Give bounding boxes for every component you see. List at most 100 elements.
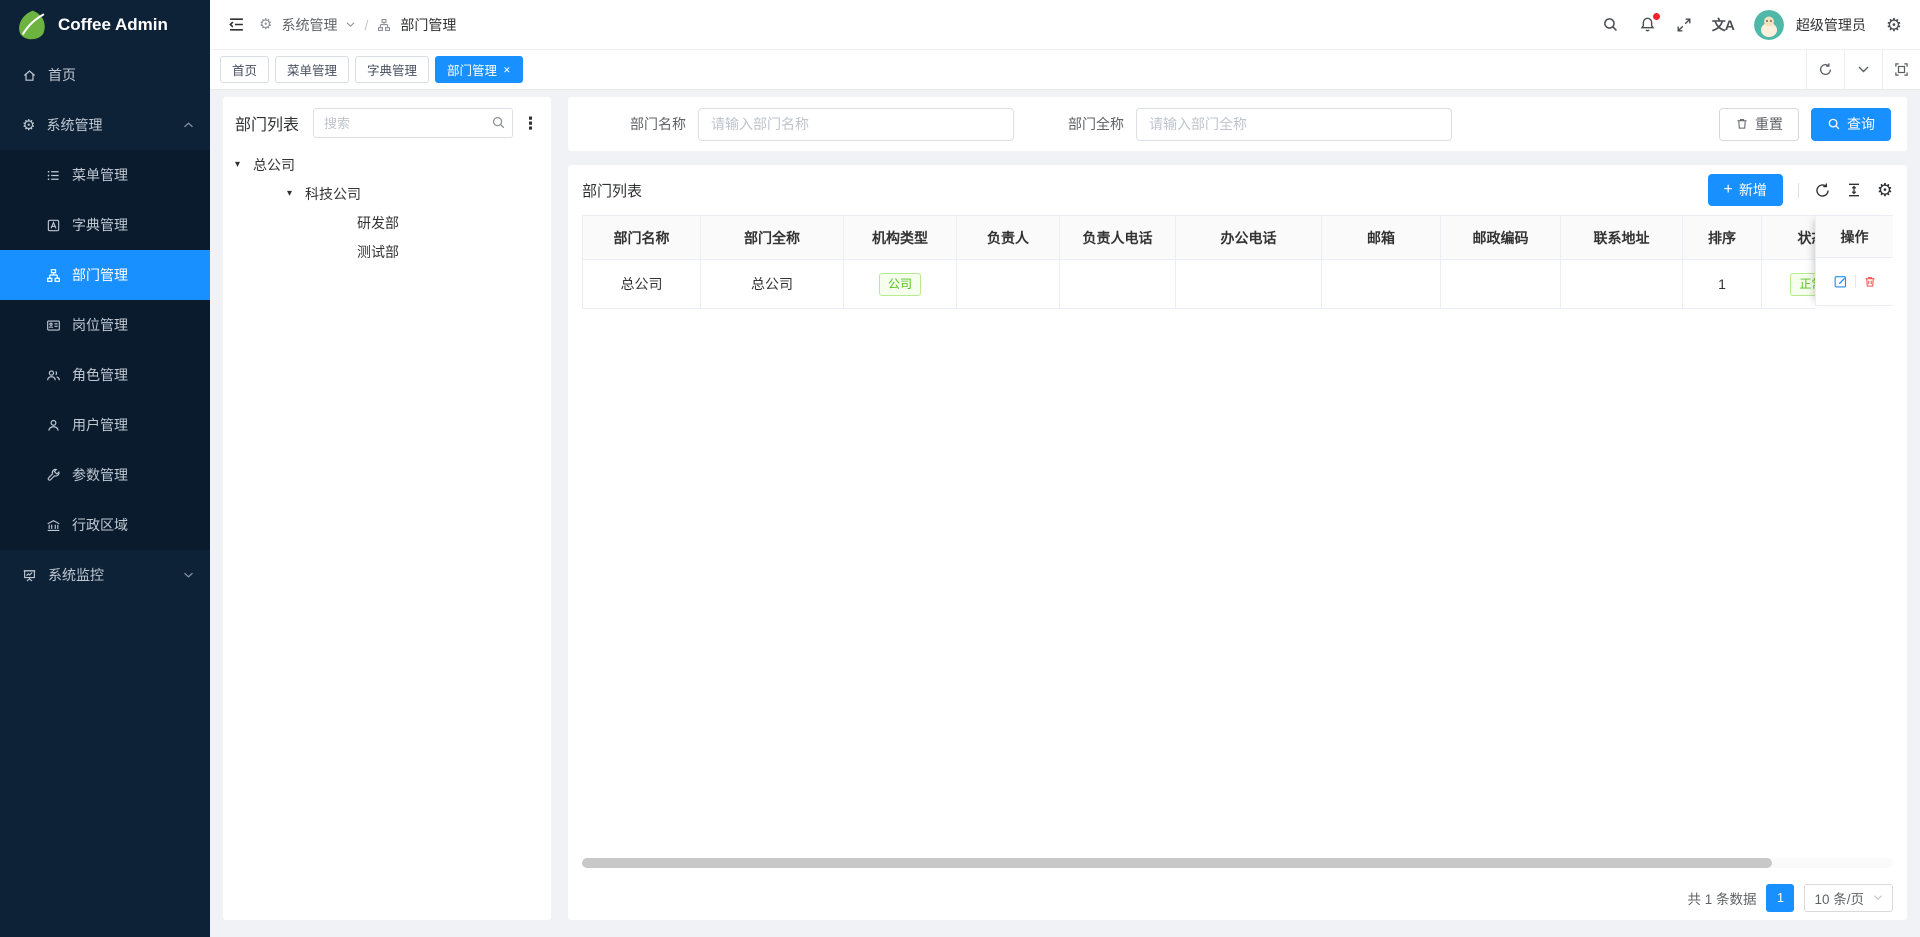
status-tag: 正常 bbox=[1790, 273, 1815, 296]
caret-down-icon[interactable]: ▾ bbox=[287, 188, 305, 199]
cell-email bbox=[1322, 260, 1441, 308]
search-icon[interactable] bbox=[1602, 16, 1619, 33]
col-header: 状态 bbox=[1762, 216, 1815, 259]
breadcrumb-system[interactable]: 系统管理 bbox=[281, 15, 337, 35]
table-toolbar: + 新增 ⚙ bbox=[1708, 174, 1893, 206]
fullscreen-icon[interactable] bbox=[1676, 17, 1692, 33]
cell-sort: 1 bbox=[1683, 260, 1762, 308]
dept-tree: ▾ 总公司 ▾ 科技公司 研发部 测试部 bbox=[235, 150, 539, 266]
sidebar-item-label: 行政区域 bbox=[72, 515, 128, 535]
roles-icon bbox=[46, 368, 61, 383]
sidebar-item-dept-mgmt[interactable]: 部门管理 bbox=[0, 250, 210, 300]
col-header: 负责人电话 bbox=[1060, 216, 1176, 259]
more-options-icon[interactable]: ⋮ bbox=[522, 115, 539, 132]
sidebar-item-role-mgmt[interactable]: 角色管理 bbox=[0, 350, 210, 400]
dept-fullname-input[interactable] bbox=[1136, 108, 1452, 141]
column-settings-gear-icon[interactable]: ⚙ bbox=[1877, 181, 1893, 199]
tab-dept-mgmt[interactable]: 部门管理 ✕ bbox=[435, 56, 523, 83]
tab-dict-mgmt[interactable]: 字典管理 bbox=[355, 56, 429, 83]
page-size-select[interactable]: 10 条/页 bbox=[1804, 884, 1893, 912]
dept-name-label: 部门名称 bbox=[630, 114, 686, 134]
sidebar-item-dict-mgmt[interactable]: 字典管理 bbox=[0, 200, 210, 250]
tree-node-head-office[interactable]: ▾ 总公司 bbox=[235, 150, 539, 179]
caret-down-icon[interactable]: ▾ bbox=[235, 159, 253, 170]
menu-fold-icon[interactable] bbox=[228, 16, 245, 33]
sidebar-item-region-mgmt[interactable]: 行政区域 bbox=[0, 500, 210, 550]
dept-name-input[interactable] bbox=[698, 108, 1014, 141]
query-button-label: 查询 bbox=[1847, 114, 1875, 134]
pagination: 共 1 条数据 1 10 条/页 bbox=[582, 875, 1893, 920]
sidebar-item-home[interactable]: 首页 bbox=[0, 50, 210, 100]
breadcrumb-separator: / bbox=[364, 17, 368, 33]
settings-gear-icon[interactable]: ⚙ bbox=[1886, 16, 1902, 34]
tree-node-label: 科技公司 bbox=[305, 184, 361, 204]
tree-node-label: 总公司 bbox=[253, 155, 295, 175]
column-height-icon[interactable] bbox=[1846, 182, 1862, 198]
chevron-down-icon bbox=[183, 571, 194, 579]
chevron-down-icon bbox=[1873, 894, 1883, 901]
col-header: 部门全称 bbox=[701, 216, 844, 259]
dictionary-icon bbox=[46, 218, 61, 233]
tab-label: 部门管理 bbox=[447, 60, 497, 79]
sidebar-item-user-mgmt[interactable]: 用户管理 bbox=[0, 400, 210, 450]
sidebar-submenu-system: 菜单管理 字典管理 部门管理 岗位管理 角色管理 用户管理 bbox=[0, 150, 210, 550]
dept-table-card: 部门列表 + 新增 ⚙ 部门名称 部门全称 机构类型 负责人 负责人电话 bbox=[567, 164, 1908, 921]
table-scroll-area: 部门名称 部门全称 机构类型 负责人 负责人电话 办公电话 邮箱 邮政编码 联系… bbox=[582, 215, 1815, 309]
gear-icon: ⚙ bbox=[22, 118, 35, 133]
scrollbar-thumb[interactable] bbox=[582, 858, 1772, 868]
home-icon bbox=[22, 68, 37, 83]
tree-node-test-dept[interactable]: 测试部 bbox=[235, 237, 539, 266]
close-icon[interactable]: ✕ bbox=[503, 66, 511, 75]
tab-menu-mgmt[interactable]: 菜单管理 bbox=[275, 56, 349, 83]
notification-bell-icon[interactable] bbox=[1639, 16, 1656, 33]
cell-status: 正常 bbox=[1762, 260, 1815, 308]
sidebar-item-menu-mgmt[interactable]: 菜单管理 bbox=[0, 150, 210, 200]
sidebar-item-post-mgmt[interactable]: 岗位管理 bbox=[0, 300, 210, 350]
reset-button-label: 重置 bbox=[1755, 114, 1783, 134]
tree-search-input[interactable] bbox=[313, 108, 513, 138]
sidebar-item-label: 字典管理 bbox=[72, 215, 128, 235]
sidebar-item-label: 岗位管理 bbox=[72, 315, 128, 335]
search-icon bbox=[1827, 117, 1841, 131]
sidebar-group-label: 系统监控 bbox=[48, 565, 104, 585]
sidebar-item-param-mgmt[interactable]: 参数管理 bbox=[0, 450, 210, 500]
sidebar-group-system[interactable]: ⚙ 系统管理 bbox=[0, 100, 210, 150]
query-button[interactable]: 查询 bbox=[1811, 108, 1891, 141]
delete-trash-icon[interactable] bbox=[1863, 275, 1877, 289]
sidebar-menu: 首页 ⚙ 系统管理 菜单管理 字典管理 部门管理 岗位管理 bbox=[0, 50, 210, 600]
edit-icon[interactable] bbox=[1833, 274, 1848, 289]
org-tree-icon bbox=[46, 268, 61, 283]
sidebar-group-monitor[interactable]: 系统监控 bbox=[0, 550, 210, 600]
add-button[interactable]: + 新增 bbox=[1708, 174, 1783, 206]
page-size-value: 10 条/页 bbox=[1814, 888, 1864, 908]
sidebar-item-label: 菜单管理 bbox=[72, 165, 128, 185]
refresh-icon[interactable] bbox=[1806, 50, 1844, 89]
table-card-title: 部门列表 bbox=[582, 180, 642, 201]
col-header: 机构类型 bbox=[844, 216, 957, 259]
current-user-name[interactable]: 超级管理员 bbox=[1796, 15, 1866, 35]
reset-button[interactable]: 重置 bbox=[1719, 108, 1799, 141]
tree-panel-header: 部门列表 ⋮ bbox=[235, 108, 539, 138]
tree-node-rd-dept[interactable]: 研发部 bbox=[235, 208, 539, 237]
search-icon[interactable] bbox=[491, 115, 506, 130]
chevron-up-icon bbox=[183, 121, 194, 129]
tab-label: 字典管理 bbox=[367, 60, 417, 79]
tree-node-tech-company[interactable]: ▾ 科技公司 bbox=[235, 179, 539, 208]
tab-home[interactable]: 首页 bbox=[220, 56, 269, 83]
tree-panel-title: 部门列表 bbox=[235, 111, 299, 135]
chevron-down-icon[interactable] bbox=[1844, 50, 1882, 89]
total-count-text: 共 1 条数据 bbox=[1687, 888, 1756, 908]
page-number-button[interactable]: 1 bbox=[1766, 884, 1794, 912]
add-button-label: 新增 bbox=[1739, 180, 1767, 200]
refresh-icon[interactable] bbox=[1814, 182, 1831, 199]
app-title: Coffee Admin bbox=[58, 15, 168, 35]
translate-icon[interactable]: 文A bbox=[1712, 15, 1734, 35]
cell-dept-fullname: 总公司 bbox=[701, 260, 844, 308]
header-actions: 文A 超级管理员 ⚙ bbox=[1602, 10, 1902, 40]
sidebar: Coffee Admin 首页 ⚙ 系统管理 菜单管理 字典管理 部门管理 bbox=[0, 0, 210, 937]
avatar[interactable] bbox=[1754, 10, 1784, 40]
operation-cell bbox=[1816, 258, 1893, 306]
maximize-icon[interactable] bbox=[1882, 50, 1920, 89]
cell-dept-name: 总公司 bbox=[583, 260, 701, 308]
tab-label: 首页 bbox=[232, 60, 257, 79]
